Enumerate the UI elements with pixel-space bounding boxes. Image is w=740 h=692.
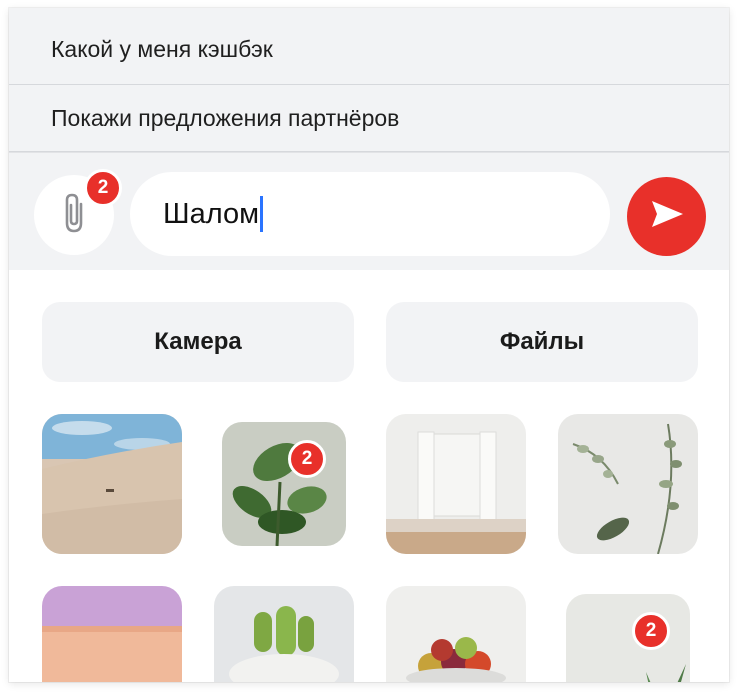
- gallery-photo-agave[interactable]: [566, 594, 690, 682]
- selection-badge: 2: [288, 440, 326, 478]
- text-caret: [260, 196, 264, 232]
- message-composer: 2 Шалом: [9, 152, 729, 270]
- gallery-photo-eucalyptus[interactable]: [558, 414, 698, 554]
- gallery-photo-pink-wall[interactable]: [42, 586, 182, 682]
- chat-panel: Какой у меня кэшбэк Покажи предложения п…: [9, 8, 729, 682]
- suggestion-label: Покажи предложения партнёров: [51, 104, 400, 131]
- message-text: Шалом: [163, 197, 260, 230]
- gallery-photo-cactus[interactable]: [214, 586, 354, 682]
- camera-button-label: Камера: [154, 328, 242, 355]
- send-button[interactable]: [627, 177, 706, 256]
- message-input[interactable]: Шалом: [130, 172, 610, 256]
- attachment-count-badge: 2: [84, 169, 122, 207]
- suggestion-label: Какой у меня кэшбэк: [51, 35, 273, 62]
- gallery-photo-plant[interactable]: [222, 422, 346, 546]
- gallery-photo-fruit-bowl[interactable]: [386, 586, 526, 682]
- files-button-label: Файлы: [499, 328, 585, 355]
- gallery-photo-doorway[interactable]: [386, 414, 526, 554]
- suggestion-partner-offers[interactable]: Покажи предложения партнёров: [9, 85, 729, 152]
- gallery-photo-desert[interactable]: [42, 414, 182, 554]
- selection-badge: 2: [632, 612, 670, 650]
- send-arrow-icon: [649, 199, 685, 234]
- camera-button[interactable]: Камера: [42, 302, 354, 382]
- files-button[interactable]: Файлы: [386, 302, 698, 382]
- suggestion-cashback[interactable]: Какой у меня кэшбэк: [9, 8, 729, 85]
- attach-button[interactable]: 2: [34, 169, 122, 255]
